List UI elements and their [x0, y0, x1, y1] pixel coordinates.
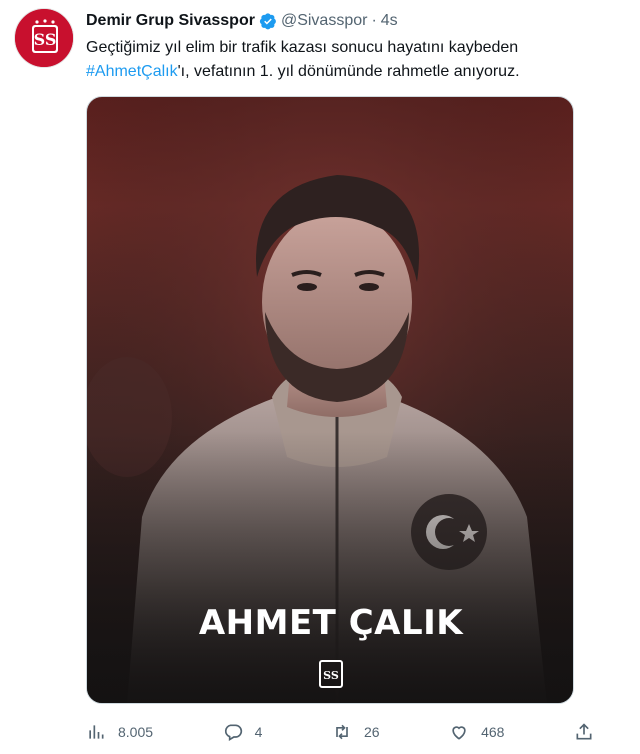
tweet-text-part1: Geçtiğimiz yıl elim bir trafik kazası so… [86, 39, 519, 56]
tweet-card[interactable]: SS Demir Grup Sivasspor @Sivasspor · 4s … [0, 0, 640, 754]
player-name-overlay: AHMET ÇALIK [198, 603, 464, 643]
retweet-count: 26 [363, 724, 380, 740]
hashtag-link[interactable]: #AhmetÇalık [86, 63, 178, 80]
display-name[interactable]: Demir Grup Sivasspor [86, 12, 255, 30]
share-button[interactable] [574, 722, 606, 742]
views-icon [89, 725, 104, 739]
reply-icon [224, 724, 242, 741]
views-button[interactable]: 8.005 [86, 722, 153, 742]
views-count: 8.005 [118, 724, 154, 740]
retweet-button[interactable]: 26 [332, 722, 380, 742]
timestamp[interactable]: 4s [381, 12, 398, 30]
retweet-icon [336, 724, 348, 740]
tweet-text-part2: 'ı, vefatının 1. yıl dönümünde rahmetle … [177, 63, 520, 80]
tweet-actions-bar: 8.005 4 26 468 [86, 718, 606, 746]
svg-text:SS: SS [34, 30, 57, 49]
like-icon [452, 726, 466, 740]
svg-text:SS: SS [323, 669, 339, 682]
separator-dot: · [371, 12, 377, 29]
club-logo-avatar[interactable]: SS [14, 8, 74, 68]
like-count: 468 [481, 724, 505, 740]
like-button[interactable]: 468 [449, 722, 504, 742]
share-icon [576, 723, 592, 740]
tweet-header: Demir Grup Sivasspor @Sivasspor · 4s [86, 10, 398, 32]
account-handle[interactable]: @Sivasspor [281, 12, 368, 30]
reply-count: 4 [254, 724, 263, 740]
tweet-media-image[interactable]: SS AHMET ÇALIK [86, 96, 574, 704]
verified-badge-icon [259, 13, 276, 30]
reply-button[interactable]: 4 [223, 722, 263, 742]
tweet-text: Geçtiğimiz yıl elim bir trafik kazası so… [86, 36, 606, 84]
